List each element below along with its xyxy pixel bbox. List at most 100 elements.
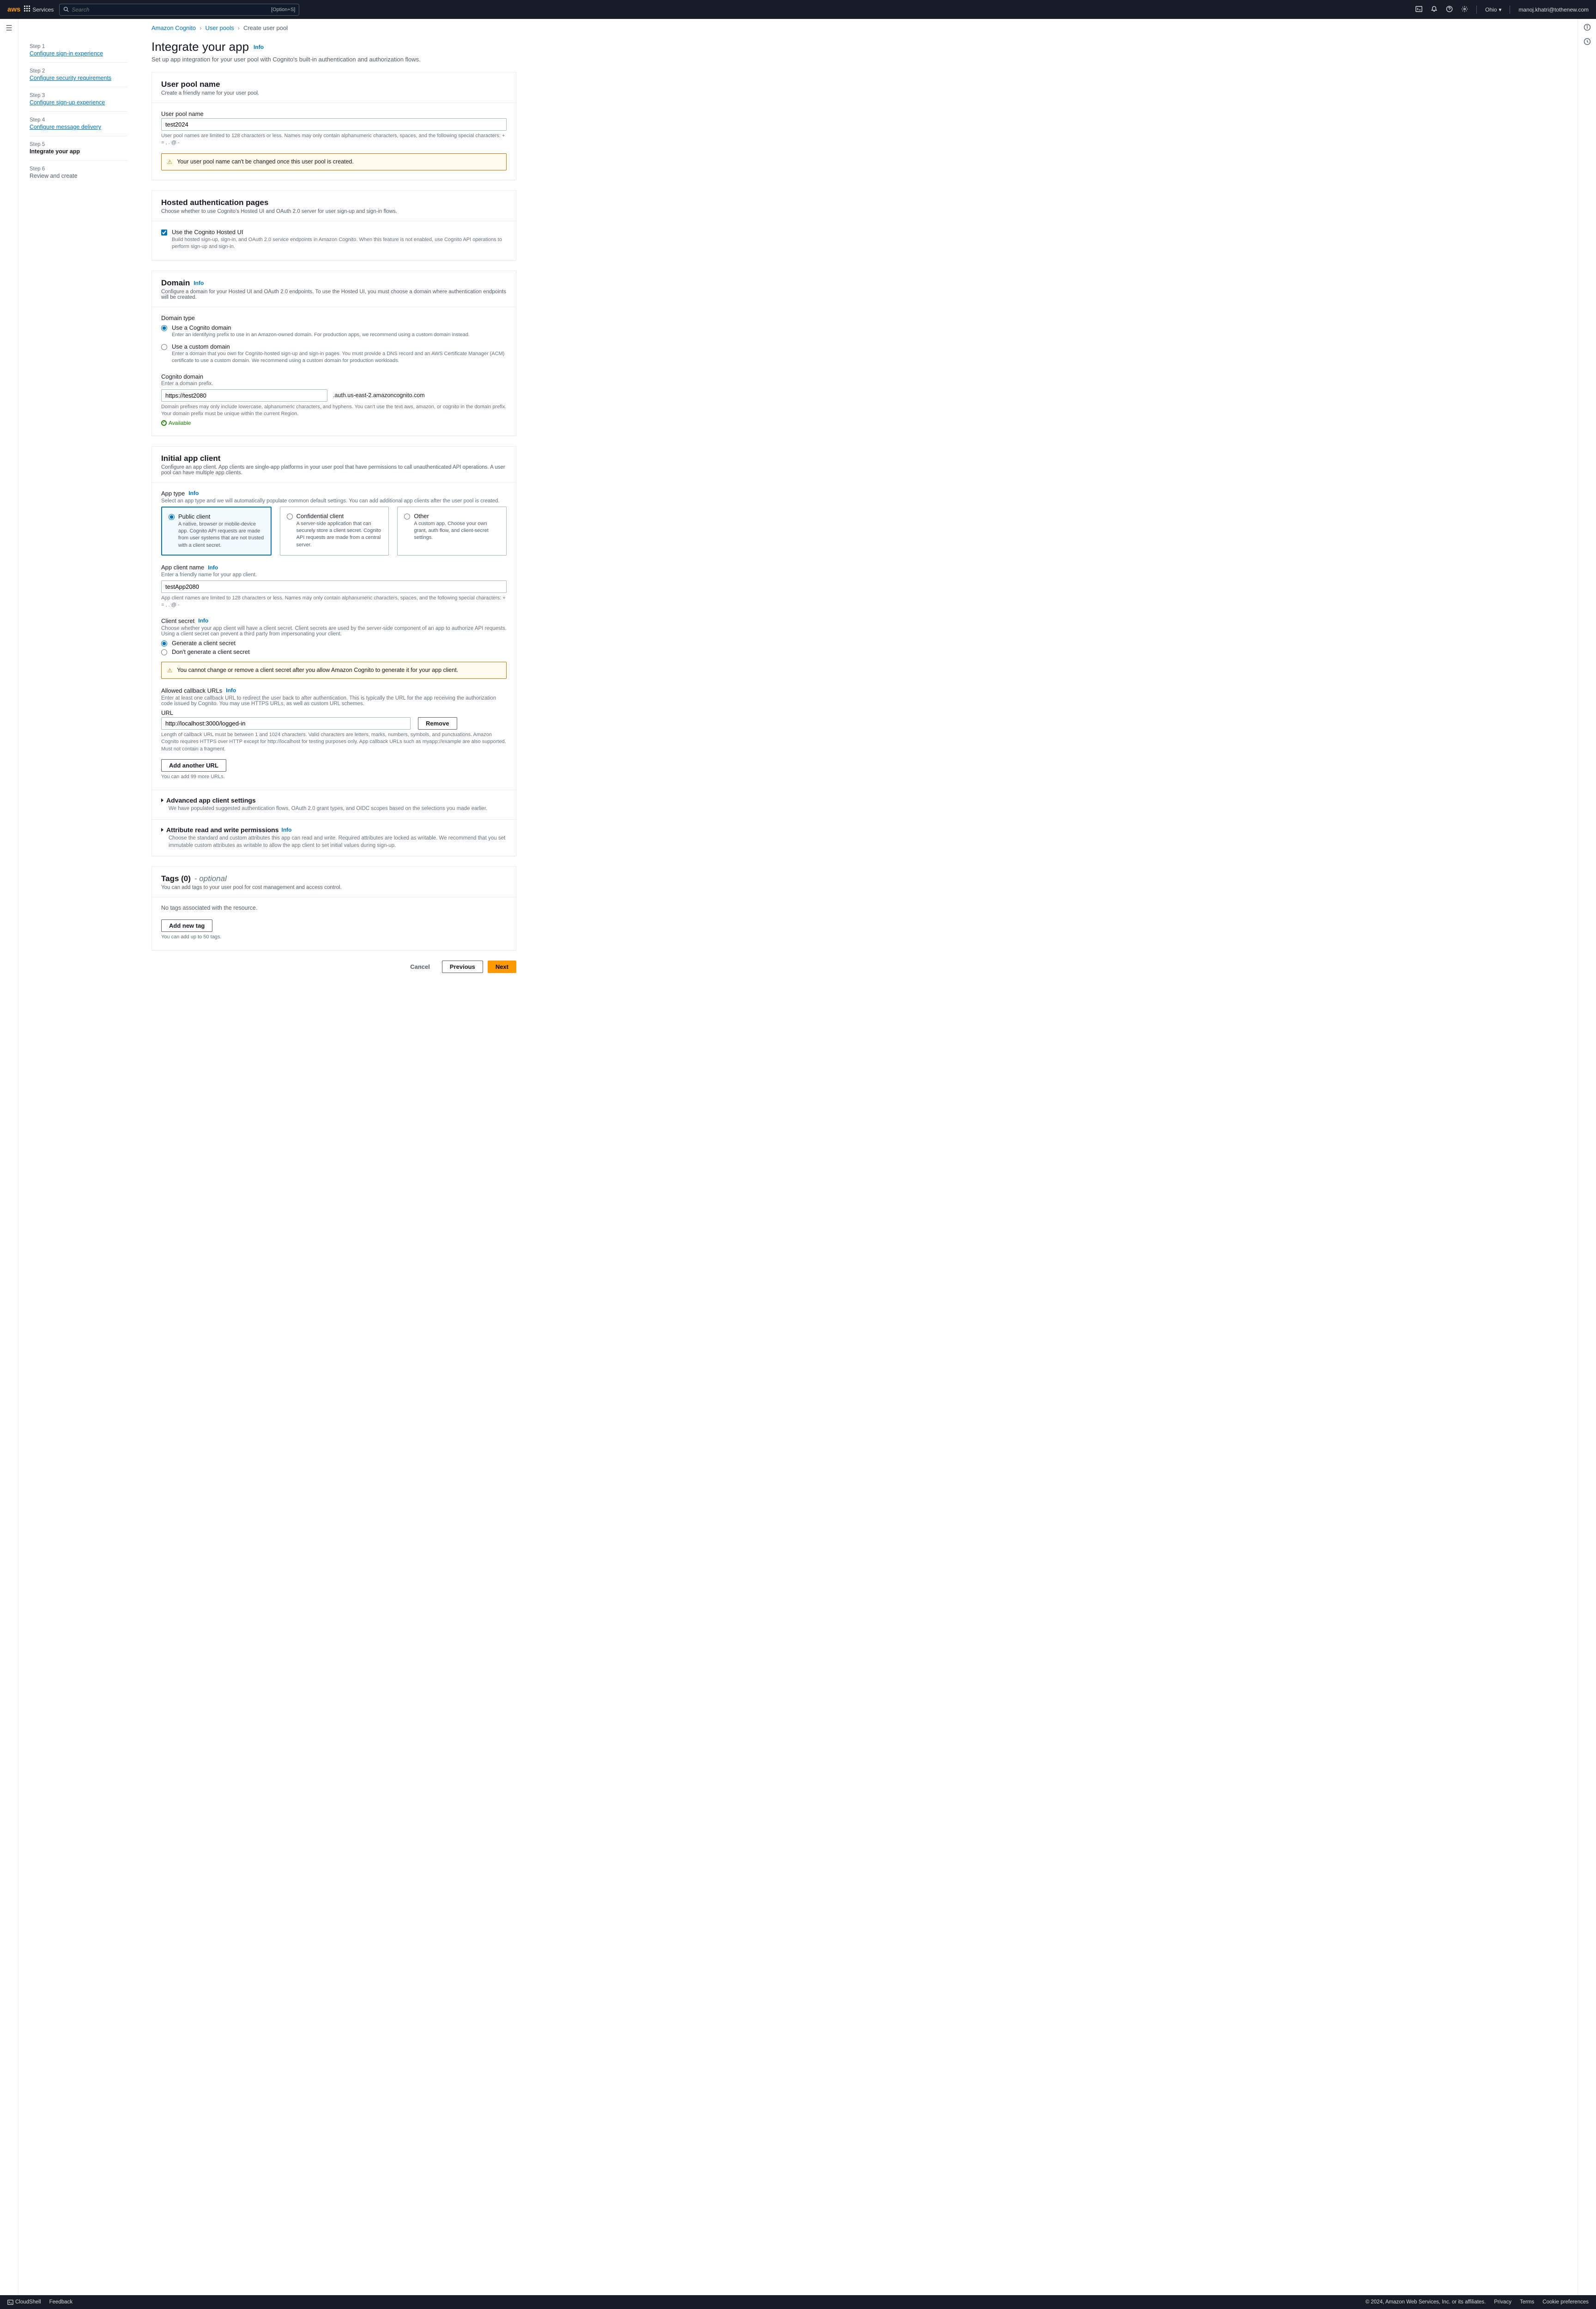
public-client-radio[interactable]	[169, 514, 175, 520]
field-help: Domain prefixes may only include lowerca…	[161, 404, 507, 418]
step-link[interactable]: Configure sign-in experience	[30, 50, 103, 57]
confidential-client-radio[interactable]	[287, 514, 293, 520]
generate-secret-radio[interactable]	[161, 641, 167, 647]
step-2[interactable]: Step 2 Configure security requirements	[30, 65, 127, 87]
step-1[interactable]: Step 1 Configure sign-in experience	[30, 40, 127, 63]
caret-right-icon	[161, 828, 163, 832]
hosted-auth-panel: Hosted authentication pages Choose wheth…	[151, 190, 516, 260]
warning-icon: ⚠	[167, 158, 172, 165]
help-icon[interactable]	[1446, 6, 1453, 14]
step-link[interactable]: Configure message delivery	[30, 124, 101, 130]
panel-subtitle: You can add tags to your user pool for c…	[161, 885, 507, 890]
terms-link[interactable]: Terms	[1520, 2299, 1534, 2305]
info-link[interactable]: Info	[282, 827, 292, 833]
cloudshell-link[interactable]: CloudShell	[7, 2299, 41, 2305]
cloudshell-icon[interactable]	[1415, 6, 1422, 14]
tags-panel: Tags (0) - optional You can add tags to …	[151, 866, 516, 950]
step-link[interactable]: Configure security requirements	[30, 75, 111, 81]
warning-icon: ⚠	[167, 667, 172, 674]
field-help: User pool names are limited to 128 chara…	[161, 133, 507, 147]
expander-desc: Choose the standard and custom attribute…	[169, 834, 507, 849]
tile-desc: A custom app. Choose your own grant, aut…	[414, 520, 500, 542]
info-link[interactable]: Info	[188, 490, 199, 496]
page-title-text: Integrate your app	[151, 40, 249, 54]
panel-subtitle: Configure an app client. App clients are…	[161, 465, 507, 476]
domain-prefix-input[interactable]	[161, 389, 327, 402]
services-link[interactable]: Services	[32, 6, 54, 13]
chevron-right-icon: ›	[238, 24, 240, 31]
available-text: Available	[169, 420, 191, 426]
app-client-name-input[interactable]	[161, 580, 507, 593]
search-input[interactable]	[72, 6, 271, 13]
panel-title: Initial app client	[161, 454, 507, 463]
main-content: Amazon Cognito › User pools › Create use…	[139, 19, 693, 2295]
region-label: Ohio	[1485, 6, 1497, 13]
panel-title: Tags (0) - optional	[161, 874, 507, 883]
radio-label: Use a Cognito domain	[172, 324, 470, 331]
tile-title: Confidential client	[296, 513, 382, 520]
cognito-domain-radio[interactable]	[161, 325, 167, 331]
radio-desc: Enter an identifying prefix to use in an…	[172, 332, 470, 338]
page-title: Integrate your app Info	[151, 40, 674, 54]
domain-suffix: .auth.us-east-2.amazoncognito.com	[333, 392, 425, 399]
app-type-tile-public[interactable]: Public client A native, browser or mobil…	[161, 507, 272, 556]
step-future: Review and create	[30, 173, 127, 179]
app-type-tile-confidential[interactable]: Confidential client A server-side applic…	[280, 507, 389, 556]
settings-icon[interactable]	[1461, 6, 1468, 14]
search-shortcut-label: [Option+S]	[271, 7, 295, 12]
hosted-ui-checkbox[interactable]	[161, 230, 167, 236]
radio-label: Use a custom domain	[172, 343, 507, 350]
info-link[interactable]: Info	[226, 687, 236, 694]
app-type-tile-other[interactable]: Other A custom app. Choose your own gran…	[397, 507, 507, 556]
step-label: Step 1	[30, 44, 127, 49]
cookie-preferences-link[interactable]: Cookie preferences	[1542, 2299, 1589, 2305]
other-client-radio[interactable]	[404, 514, 410, 520]
step-3[interactable]: Step 3 Configure sign-up experience	[30, 89, 127, 112]
notifications-icon[interactable]	[1431, 6, 1438, 14]
checkbox-desc: Build hosted sign-up, sign-in, and OAuth…	[172, 236, 507, 251]
add-tag-button[interactable]: Add new tag	[161, 919, 212, 932]
info-link[interactable]: Info	[254, 44, 264, 50]
info-icon[interactable]	[1584, 24, 1591, 32]
region-selector[interactable]: Ohio ▾	[1485, 6, 1501, 13]
expander-title: Advanced app client settings	[166, 797, 256, 804]
radio-label: Generate a client secret	[172, 640, 236, 647]
advanced-settings-expander[interactable]: Advanced app client settings We have pop…	[152, 790, 516, 819]
no-secret-radio[interactable]	[161, 649, 167, 655]
cancel-button[interactable]: Cancel	[403, 961, 437, 973]
account-menu[interactable]: manoj.khatri@tothenew.com	[1518, 6, 1589, 13]
services-grid-icon[interactable]	[24, 6, 30, 13]
wizard-steps: Step 1 Configure sign-in experience Step…	[18, 19, 139, 2295]
hamburger-icon[interactable]: ☰	[6, 24, 12, 2295]
step-4[interactable]: Step 4 Configure message delivery	[30, 114, 127, 136]
info-link[interactable]: Info	[208, 564, 218, 571]
add-url-button[interactable]: Add another URL	[161, 759, 226, 772]
panel-title: User pool name	[161, 80, 507, 89]
remove-url-button[interactable]: Remove	[418, 717, 457, 730]
warning-alert: ⚠ Your user pool name can't be changed o…	[161, 153, 507, 170]
previous-button[interactable]: Previous	[442, 961, 483, 973]
right-rail	[1578, 19, 1596, 2295]
next-button[interactable]: Next	[488, 961, 516, 973]
privacy-link[interactable]: Privacy	[1494, 2299, 1511, 2305]
info-link[interactable]: Info	[198, 617, 208, 624]
aws-logo[interactable]: aws	[7, 6, 20, 13]
step-link[interactable]: Configure sign-up experience	[30, 99, 105, 106]
global-search[interactable]: [Option+S]	[59, 4, 299, 16]
field-desc: Enter a friendly name for your app clien…	[161, 572, 507, 578]
breadcrumb-pools[interactable]: User pools	[205, 24, 234, 31]
panel-subtitle: Create a friendly name for your user poo…	[161, 91, 507, 96]
callback-url-input[interactable]	[161, 717, 411, 730]
breadcrumb-root[interactable]: Amazon Cognito	[151, 24, 196, 31]
user-pool-name-input[interactable]	[161, 118, 507, 131]
bottom-bar: CloudShell Feedback © 2024, Amazon Web S…	[0, 2295, 1596, 2309]
app-client-name-label: App client name Info	[161, 564, 507, 571]
clock-icon[interactable]	[1584, 38, 1591, 47]
custom-domain-radio[interactable]	[161, 344, 167, 350]
info-link[interactable]: Info	[193, 280, 204, 286]
attribute-permissions-expander[interactable]: Attribute read and write permissions Inf…	[152, 819, 516, 856]
app-client-panel: Initial app client Configure an app clie…	[151, 446, 516, 856]
field-label: User pool name	[161, 110, 507, 117]
warning-alert: ⚠ You cannot change or remove a client s…	[161, 662, 507, 679]
feedback-link[interactable]: Feedback	[49, 2299, 73, 2305]
